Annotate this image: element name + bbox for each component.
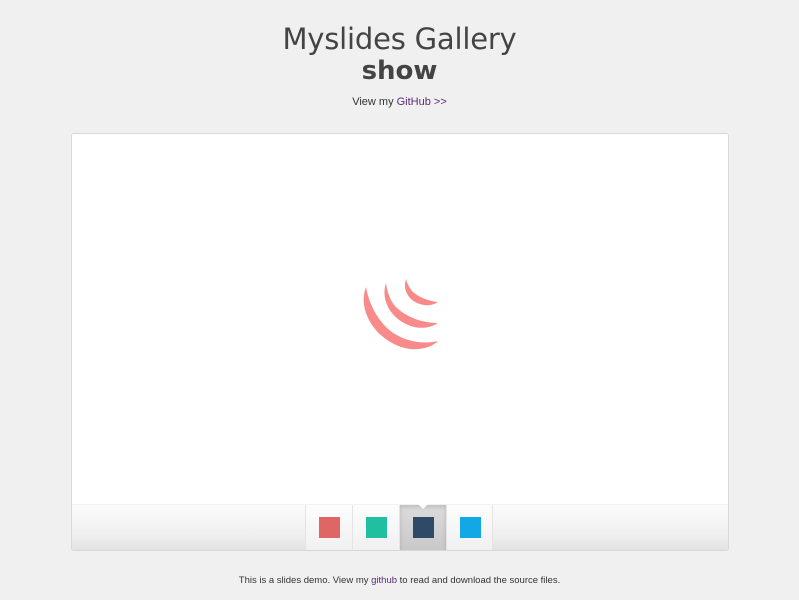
thumbnail-swatch (413, 517, 434, 538)
thumbnail-swatch (319, 517, 340, 538)
footer-prefix: This is a slides demo. View my (238, 575, 372, 586)
footer-github-link[interactable]: github (371, 575, 397, 586)
github-link-arrows[interactable]: >> (431, 96, 447, 108)
footer-text: This is a slides demo. View my github to… (0, 575, 799, 586)
github-link[interactable]: GitHub (397, 96, 431, 108)
thumbnail-blue[interactable] (446, 505, 493, 550)
slide-view[interactable] (72, 134, 728, 506)
thumbnail-red[interactable] (305, 505, 352, 550)
thumbnail-list (305, 504, 493, 550)
jquery-logo-icon (363, 279, 438, 350)
thumbnail-navy[interactable] (399, 504, 446, 550)
page-title: Myslides Gallery (282, 22, 517, 56)
page-title-subheading: show (361, 56, 438, 86)
footer-suffix: to read and download the source files. (397, 575, 561, 586)
thumbnail-teal[interactable] (352, 505, 399, 550)
github-caption-prefix: View my (352, 96, 397, 108)
gallery-container (71, 133, 729, 551)
thumbnail-swatch (366, 517, 387, 538)
page: Myslides Gallery show View my GitHub >> … (0, 0, 799, 600)
thumbnail-swatch (460, 517, 481, 538)
github-caption: View my GitHub >> (0, 96, 799, 108)
thumbnail-bar (72, 504, 728, 550)
